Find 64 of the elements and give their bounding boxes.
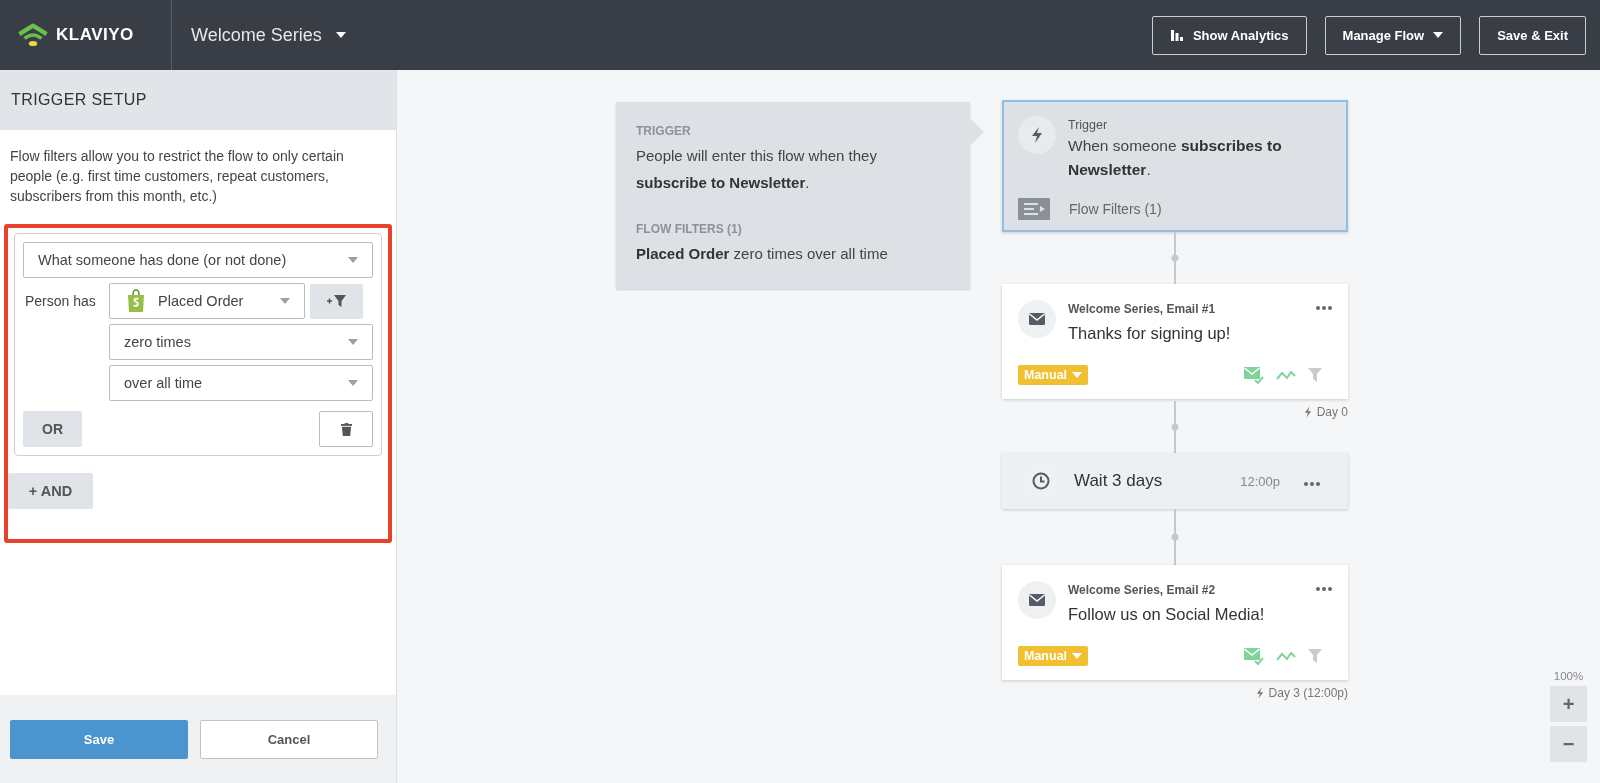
zoom-out-button[interactable]: − <box>1550 726 1587 762</box>
section-heading: TRIGGER <box>636 124 692 138</box>
caret-icon <box>348 339 358 345</box>
caret-icon <box>348 257 358 263</box>
lightning-icon <box>1255 687 1264 699</box>
bar-chart-icon <box>1169 28 1184 42</box>
and-button[interactable]: + AND <box>8 473 93 509</box>
wait-duration: Wait 3 days <box>1074 471 1163 491</box>
node-label: Trigger <box>1068 118 1109 132</box>
shopping-bag-icon <box>126 289 146 313</box>
trigger-description: People will enter this flow when they subscribe to Newsletter. <box>636 146 878 193</box>
more-icon <box>1316 587 1332 591</box>
caret-icon <box>348 380 358 386</box>
logo-text: KLAVIYO <box>56 25 134 45</box>
plus-filter-icon <box>326 294 347 308</box>
caret-icon <box>335 32 346 38</box>
frequency-dropdown[interactable]: zero times <box>109 324 373 360</box>
email-subject: Follow us on Social Media! <box>1068 605 1266 624</box>
trigger-node[interactable]: Trigger When someone subscribes to Newsletter. Flow Filters (1) <box>1002 100 1348 232</box>
logo-icon <box>16 22 50 48</box>
envelope-icon <box>1028 591 1046 609</box>
connector-line <box>1171 232 1179 284</box>
lightning-icon <box>1303 406 1312 418</box>
manage-flow-button[interactable]: Manage Flow <box>1324 15 1462 55</box>
email-name: Welcome Series, Email #2 <box>1068 583 1217 597</box>
row-label: Person has <box>24 293 97 309</box>
cancel-button[interactable]: Cancel <box>200 719 378 759</box>
connector-line <box>1171 401 1179 453</box>
more-icon <box>1316 306 1332 310</box>
email-node[interactable]: Welcome Series, Email #1 Thanks for signing up! Manual <box>1002 284 1348 399</box>
trash-icon <box>340 422 352 436</box>
metric-dropdown[interactable]: Placed Order <box>109 283 305 319</box>
zoom-level: 100% <box>1553 670 1584 682</box>
caret-icon <box>280 298 290 304</box>
day-label: Day 3 (12:00p) <box>1268 686 1348 700</box>
show-analytics-button[interactable]: Show Analytics <box>1151 15 1307 55</box>
email-name: Welcome Series, Email #1 <box>1068 302 1217 316</box>
or-button[interactable]: OR <box>23 411 82 447</box>
wait-time: 12:00p <box>1240 473 1280 489</box>
filter-description: Placed Order zero times over all time <box>636 244 889 264</box>
filter-list-icon <box>1018 198 1050 220</box>
condition-dropdown[interactable]: What someone has done (or not done) <box>23 242 373 278</box>
section-heading: FLOW FILTERS (1) <box>636 222 743 236</box>
clock-icon <box>1032 472 1050 490</box>
caret-icon <box>1072 653 1083 659</box>
caret-icon <box>1433 32 1444 38</box>
add-filter-button[interactable] <box>310 283 363 319</box>
zoom-in-button[interactable]: + <box>1550 686 1587 722</box>
connector-line <box>1171 509 1179 565</box>
more-icon <box>1304 482 1320 486</box>
trigger-text: When someone subscribes to Newsletter. <box>1068 136 1283 180</box>
flow-name-dropdown[interactable]: Welcome Series <box>172 24 346 46</box>
delete-button[interactable] <box>319 411 373 447</box>
panel-title: TRIGGER SETUP <box>11 91 147 109</box>
wait-node[interactable]: Wait 3 days 12:00p <box>1002 453 1348 509</box>
save-exit-button[interactable]: Save & Exit <box>1479 15 1586 55</box>
intro-text: Flow filters allow you to restrict the flow to only certain people (e.g. first time customers, repeat customers, subscribers from this month, etc.) <box>10 147 345 206</box>
caret-icon <box>1072 372 1083 378</box>
flow-filters-link[interactable]: Flow Filters (1) <box>1069 201 1162 217</box>
email-node[interactable]: Welcome Series, Email #2 Follow us on Social Media! Manual <box>1002 565 1348 680</box>
timeframe-dropdown[interactable]: over all time <box>109 365 373 401</box>
email-subject: Thanks for signing up! <box>1068 324 1232 343</box>
envelope-icon <box>1028 310 1046 328</box>
day-label: Day 0 <box>1316 405 1348 419</box>
